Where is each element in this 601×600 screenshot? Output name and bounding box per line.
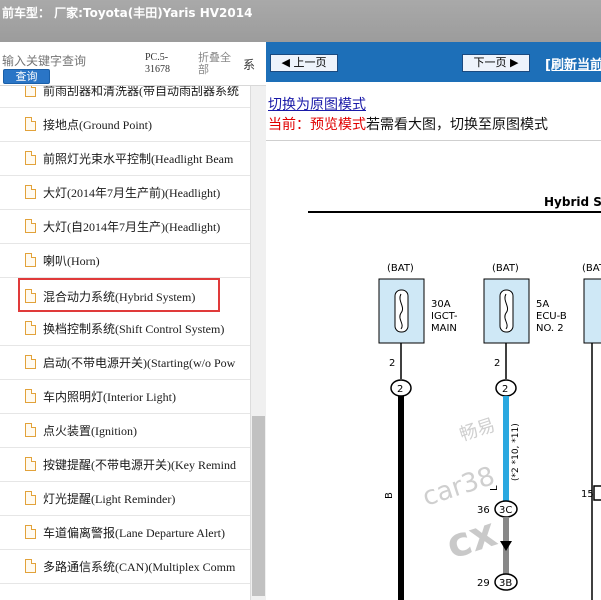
document-icon (25, 525, 36, 539)
refresh-link[interactable]: [刷新当前 (545, 54, 601, 73)
fuse3-box[interactable] (583, 278, 601, 344)
arrow-down-icon (500, 541, 512, 551)
fuse2-rating: 5A (536, 299, 549, 310)
lower-conn-label: 3B (499, 578, 512, 589)
document-icon (25, 117, 36, 131)
side-pin: 15 (581, 489, 594, 500)
fuse1-rating: 30A (431, 299, 451, 310)
lower-pin: 29 (477, 578, 490, 589)
search-input[interactable] (2, 51, 138, 71)
document-icon (25, 423, 36, 437)
document-icon (25, 559, 36, 573)
fuse1-supply: (BAT) (387, 263, 414, 274)
fuse3-supply: (BAT) (582, 263, 601, 274)
collapse-all-button[interactable]: 折叠全部 (198, 52, 234, 76)
side-connector (593, 485, 601, 501)
mode-hint: 若需看大图，切换至原图模式 (366, 117, 548, 133)
search-button[interactable]: 查询 (3, 69, 50, 84)
tree-item-label: 车道偏离警报(Lane Departure Alert) (43, 526, 225, 540)
watermark-text-3: cx (441, 509, 502, 568)
tree-item-label: 接地点(Ground Point) (43, 118, 152, 132)
tree-scrollbar[interactable] (250, 86, 266, 600)
tree-item[interactable]: 换档控制系统(Shift Control System) (0, 312, 250, 346)
fuse1-pin: 2 (389, 358, 395, 369)
document-icon (25, 491, 36, 505)
tree-item-label: 混合动力系统(Hybrid System) (43, 290, 196, 304)
tree-item-label: 点火装置(Ignition) (43, 424, 137, 438)
tree-item-label: 大灯(自2014年7月生产)(Headlight) (43, 220, 221, 234)
current-label: 当前： (268, 117, 310, 133)
next-page-button[interactable]: 下一页 ▶ (462, 54, 530, 72)
watermark: 畅易 car38 cx (419, 415, 502, 569)
document-icon (25, 253, 36, 267)
window-titlebar: 前车型： 厂家:Toyota(丰田)Yaris HV2014 (0, 0, 601, 42)
tree-item[interactable]: 车内照明灯(Interior Light) (0, 380, 250, 414)
fuse2-conn-label: 2 (502, 384, 508, 395)
tree-item[interactable]: 车道偏离警报(Lane Departure Alert) (0, 516, 250, 550)
tree-item-label: 车内照明灯(Interior Light) (43, 390, 176, 404)
content-panel: ◀ 上一页 下一页 ▶ [刷新当前 切换为原图模式 当前：预览模式若需看大图，切… (266, 42, 601, 600)
left-panel: 查询 PC.5-31678 折叠全部 系 前雨刮器和清洗器(带自动雨刮器系统 接… (0, 42, 266, 600)
tree-item-label: 按键提醒(不带电源开关)(Key Remind (43, 458, 236, 472)
watermark-text-1: 畅易 (457, 415, 498, 446)
tree-item[interactable]: 按键提醒(不带电源开关)(Key Remind (0, 448, 250, 482)
tree-item-label: 前雨刮器和清洗器(带自动雨刮器系统 (43, 86, 239, 98)
document-icon (25, 355, 36, 369)
tree-item[interactable]: 前照灯光束水平控制(Headlight Beam (0, 142, 250, 176)
tree-item-selected[interactable]: 混合动力系统(Hybrid System) (18, 278, 220, 312)
document-icon (25, 185, 36, 199)
mode-status: 当前：预览模式若需看大图，切换至原图模式 (268, 114, 548, 134)
tree-item-label: 灯光提醒(Light Reminder) (43, 492, 176, 506)
junction-conn-label: 3C (499, 505, 512, 516)
scrollbar-thumb[interactable] (252, 416, 265, 596)
fuse2-name2: NO. 2 (536, 323, 564, 334)
fuse1-name2: MAIN (431, 323, 457, 334)
document-icon (25, 86, 36, 97)
switch-mode-link[interactable]: 切换为原图模式 (268, 94, 366, 114)
tree-item[interactable]: 前雨刮器和清洗器(带自动雨刮器系统 (0, 86, 250, 108)
document-icon (25, 289, 36, 303)
fuse2-supply: (BAT) (492, 263, 519, 274)
fuse1-name1: IGCT- (431, 311, 458, 322)
tree-item[interactable]: 启动(不带电源开关)(Starting(w/o Pow (0, 346, 250, 380)
system-tree: 前雨刮器和清洗器(带自动雨刮器系统 接地点(Ground Point) 前照灯光… (0, 86, 250, 600)
tree-item[interactable]: 点火装置(Ignition) (0, 414, 250, 448)
fuse2-name1: ECU-B (536, 311, 567, 322)
tree-item[interactable]: 接地点(Ground Point) (0, 108, 250, 142)
wiring-diagram[interactable]: Hybrid S (BAT) 30A IGCT- MAIN 2 2 B (BAT… (266, 141, 601, 600)
document-icon (25, 321, 36, 335)
tree-item[interactable]: 喇叭(Horn) (0, 244, 250, 278)
wire2-note: (*2 *10, *11) (511, 423, 521, 481)
tree-item-label: 前照灯光束水平控制(Headlight Beam (43, 152, 234, 166)
page-navbar: ◀ 上一页 下一页 ▶ [刷新当前 (266, 42, 601, 82)
tree-item-label: 启动(不带电源开关)(Starting(w/o Pow (43, 356, 236, 370)
tree-item[interactable]: 灯光提醒(Light Reminder) (0, 482, 250, 516)
tree-item-label: 大灯(2014年7月生产前)(Headlight) (43, 186, 221, 200)
wire1-color: B (384, 492, 395, 499)
tree-item-label: 多路通信系统(CAN)(Multiplex Comm (43, 560, 236, 574)
tree-item[interactable]: 多路通信系统(CAN)(Multiplex Comm (0, 550, 250, 584)
tree-item[interactable]: 大灯(2014年7月生产前)(Headlight) (0, 176, 250, 210)
document-icon (25, 219, 36, 233)
search-bar: 查询 PC.5-31678 折叠全部 系 (0, 42, 266, 86)
fuse2-pin: 2 (494, 358, 500, 369)
window-title: 前车型： 厂家:Toyota(丰田)Yaris HV2014 (2, 6, 253, 20)
prev-page-button[interactable]: ◀ 上一页 (270, 54, 338, 72)
tree-item-label: 喇叭(Horn) (43, 254, 100, 268)
fuse1-conn-label: 2 (397, 384, 403, 395)
next-page-label: 下一页 (473, 56, 507, 69)
prev-page-label: 上一页 (293, 56, 327, 69)
tree-item[interactable]: 大灯(自2014年7月生产)(Headlight) (0, 210, 250, 244)
document-icon (25, 457, 36, 471)
diagram-title: Hybrid S (544, 195, 601, 209)
system-tab[interactable]: 系 (243, 56, 255, 73)
document-icon (25, 389, 36, 403)
mode-label: 预览模式 (310, 117, 366, 133)
document-icon (25, 151, 36, 165)
pc-code-label: PC.5-31678 (145, 52, 170, 75)
tree-item-label: 换档控制系统(Shift Control System) (43, 322, 225, 336)
